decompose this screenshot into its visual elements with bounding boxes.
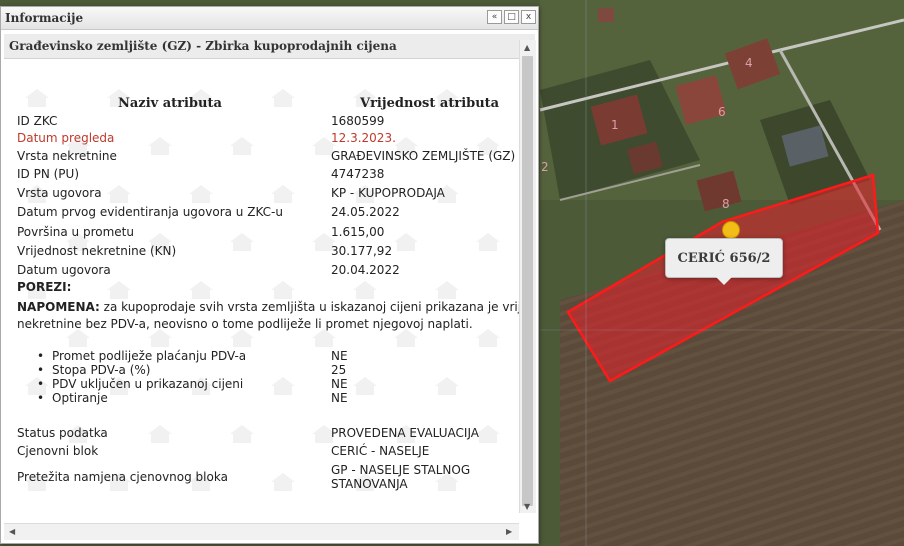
watermark-house-icon — [270, 184, 296, 204]
list-item: Stopa PDV-a (%) — [37, 363, 151, 377]
attr-key: Vrijednost nekretnine (KN) — [17, 244, 177, 258]
attr-value: NE — [331, 349, 348, 363]
attr-key: ID PN (PU) — [17, 167, 80, 181]
list-item: PDV uključen u prikazanoj cijeni — [37, 377, 243, 391]
attr-key: Pretežita namjena cjenovnog bloka — [17, 470, 228, 484]
watermark-house-icon — [229, 136, 255, 156]
horizontal-scrollbar[interactable]: ◀ ▶ — [4, 523, 519, 540]
attr-key: Vrsta nekretnine — [17, 149, 117, 163]
porezi-label: POREZI: — [17, 280, 72, 294]
attr-value: NE — [331, 391, 348, 405]
watermark-house-icon — [24, 88, 50, 108]
attr-value: 24.05.2022 — [331, 205, 400, 219]
attr-key: Datum ugovora — [17, 263, 111, 277]
watermark-house-icon — [229, 424, 255, 444]
close-button[interactable]: x — [521, 10, 536, 24]
list-item: Promet podliježe plaćanju PDV-a — [37, 349, 246, 363]
attr-key: Status podatka — [17, 426, 108, 440]
watermark-house-icon — [270, 88, 296, 108]
collapse-button[interactable]: « — [487, 10, 502, 24]
layer-subheader: Građevinsko zemljište (GZ) - Zbirka kupo… — [4, 34, 535, 59]
attr-value: 1680599 — [331, 114, 385, 128]
maximize-button[interactable]: □ — [504, 10, 519, 24]
scroll-left-icon[interactable]: ◀ — [9, 527, 15, 536]
location-marker[interactable] — [722, 221, 740, 239]
watermark-house-icon — [147, 136, 173, 156]
attr-value: GRAĐEVINSKO ZEMLJIŠTE (GZ) — [331, 149, 516, 163]
parcel-tooltip: CERIĆ 656/2 — [665, 238, 783, 285]
attr-value: 25 — [331, 363, 347, 377]
info-panel: Informacije « □ x Građevinsko zemljište … — [0, 6, 539, 544]
panel-title: Informacije — [5, 11, 84, 25]
note-bold: NAPOMENA: — [17, 300, 100, 314]
column-header-value: Vrijednost atributa — [360, 96, 500, 111]
column-header-attribute: Naziv atributa — [118, 96, 222, 111]
note-text: za kupoprodaje svih vrsta zemljišta u is… — [103, 300, 519, 314]
note-line-1: NAPOMENA: za kupoprodaje svih vrsta zeml… — [17, 299, 519, 316]
scrollbar-thumb[interactable] — [522, 56, 533, 506]
house-number-label: 1 — [611, 118, 619, 132]
watermark-house-icon — [434, 376, 460, 396]
note-line-2: nekretnine bez PDV-a, neovisno o tome po… — [17, 317, 473, 331]
attr-value: 30.177,92 — [331, 244, 393, 258]
watermark-house-icon — [270, 472, 296, 492]
attr-value: CERIĆ - NASELJE — [331, 444, 430, 458]
house-number-label: 2 — [541, 160, 549, 174]
attr-value: PROVEDENA EVALUACIJA — [331, 426, 479, 440]
attr-value: 20.04.2022 — [331, 263, 400, 277]
watermark-house-icon — [352, 376, 378, 396]
attr-value: NE — [331, 377, 348, 391]
attr-value: 12.3.2023. — [331, 131, 396, 145]
vertical-scrollbar[interactable]: ▲ ▼ — [519, 40, 536, 513]
watermark-house-icon — [270, 376, 296, 396]
attr-value: KP - KUPOPRODAJA — [331, 186, 445, 200]
attribute-table: Naziv atributa Vrijednost atributa ID ZK… — [4, 66, 519, 510]
watermark-house-icon — [188, 184, 214, 204]
watermark-house-icon — [393, 232, 419, 252]
attr-key: Površina u prometu — [17, 225, 134, 239]
scroll-down-icon[interactable]: ▼ — [524, 502, 530, 511]
scroll-up-icon[interactable]: ▲ — [524, 43, 530, 52]
scroll-right-icon[interactable]: ▶ — [506, 527, 512, 536]
watermark-house-icon — [475, 232, 501, 252]
panel-header: Informacije « □ x — [1, 7, 538, 30]
watermark-house-icon — [147, 424, 173, 444]
list-item: Optiranje — [37, 391, 108, 405]
attr-value: 4747238 — [331, 167, 385, 181]
attr-value: 1.615,00 — [331, 225, 385, 239]
house-number-label: 8 — [722, 197, 730, 211]
house-number-label: 6 — [718, 105, 726, 119]
attr-value: STANOVANJA — [331, 477, 408, 491]
attr-key: Vrsta ugovora — [17, 186, 102, 200]
attr-key: Cjenovni blok — [17, 444, 99, 458]
attr-key: Datum pregleda — [17, 131, 115, 145]
attr-value: GP - NASELJE STALNOG — [331, 463, 471, 477]
watermark-house-icon — [229, 232, 255, 252]
attr-key: Datum prvog evidentiranja ugovora u ZKC-… — [17, 205, 283, 219]
attr-key: ID ZKC — [17, 114, 58, 128]
house-number-label: 4 — [745, 56, 753, 70]
watermark-house-icon — [106, 184, 132, 204]
